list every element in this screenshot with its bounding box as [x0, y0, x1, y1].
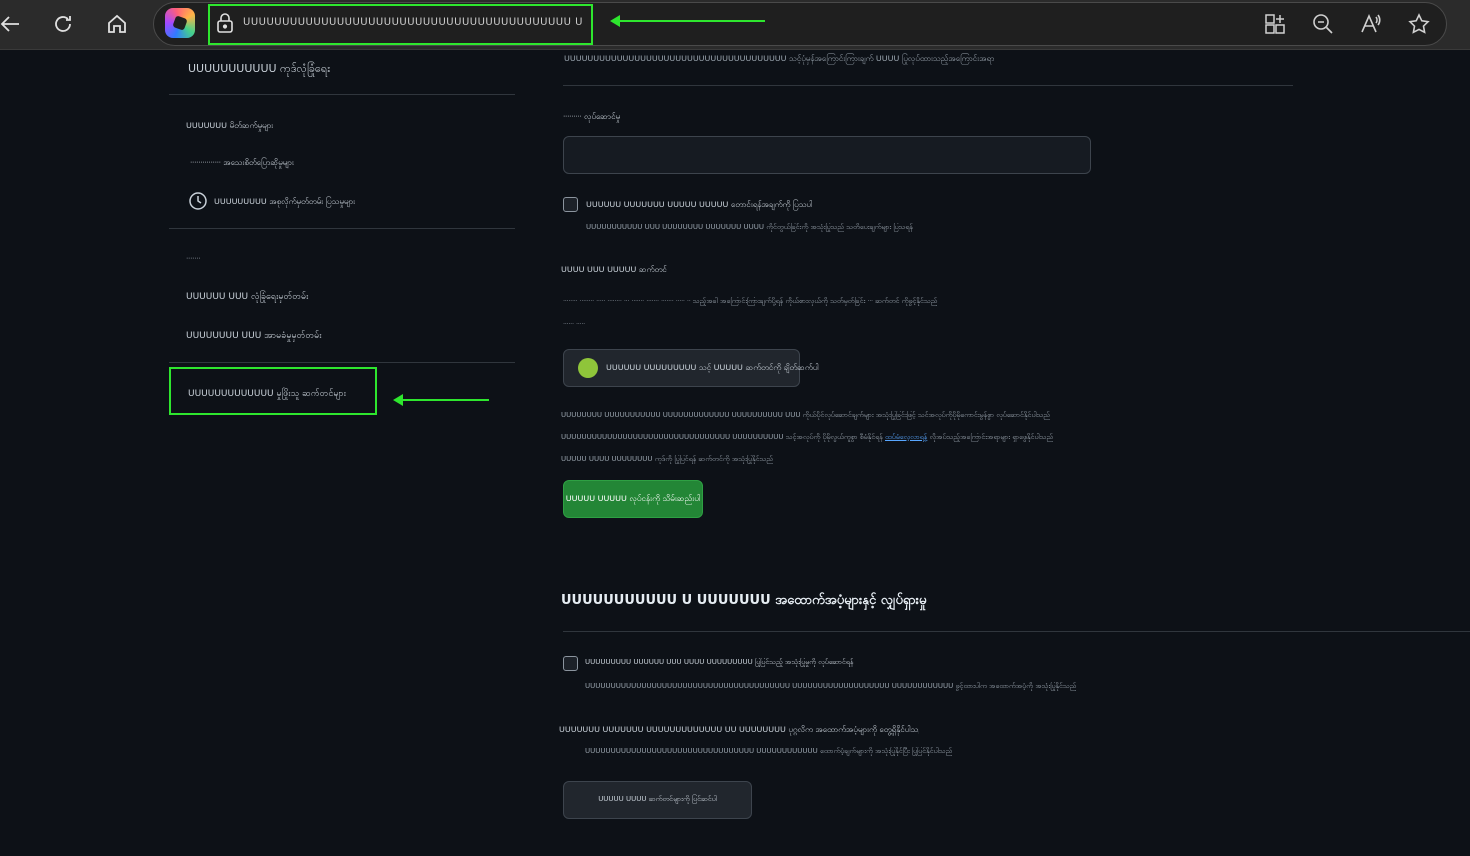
home-icon[interactable] — [102, 9, 132, 39]
support-line-label: ᑌᑌᑌᑌᑌᑌᑌ ᑌᑌᑌᑌᑌᑌᑌ ᑌᑌᑌᑌᑌᑌᑌᑌᑌᑌᑌᑌᑌ ᑌᑌ ᑌᑌᑌᑌᑌᑌᑌ… — [559, 725, 919, 734]
settings-heading: ᑌᑌᑌᑌ ᑌᑌᑌ ᑌᑌᑌᑌᑌ ဆက်တင် — [561, 265, 667, 274]
save-button[interactable]: ᑌᑌᑌᑌᑌ ᑌᑌᑌᑌᑌ လုပ်ငန်းကို သိမ်းဆည်းပါ — [563, 480, 703, 518]
notification-checkbox[interactable] — [563, 197, 578, 212]
settings-description: ᐧᐧᐧᐧᐧᐧᐧᐧ ᐧᐧᐧᐧᐧᐧᐧᐧ ᐧᐧᐧᐧᐧ ᐧᐧᐧᐧᐧᐧᐧᐧ ᐧᐧᐧ ᐧᐧᐧ… — [563, 297, 938, 305]
sidebar-item-code-security[interactable]: ᑌᑌᑌᑌᑌᑌᑌᑌᑌᑌᑌ ကုဒ်လုံခြုံရေး — [188, 62, 330, 78]
url-highlight-box — [208, 4, 593, 45]
sidebar-divider — [169, 94, 515, 95]
avatar-icon — [578, 358, 598, 378]
clock-icon — [189, 192, 207, 210]
info-text-2-prefix: ᑌᑌᑌᑌᑌᑌᑌᑌᑌᑌᑌᑌᑌᑌᑌᑌᑌᑌᑌᑌᑌᑌᑌᑌᑌᑌᑌᑌᑌᑌᑌᑌᑌ ᑌᑌᑌᑌᑌᑌ… — [561, 433, 883, 441]
developer-settings-highlight-box — [169, 367, 377, 415]
browser-toolbar: ᑌᑌᑌᑌᑌᑌᑌᑌᑌᑌᑌᑌᑌᑌᑌᑌᑌᑌᑌᑌᑌᑌᑌᑌᑌᑌᑌᑌᑌᑌᑌᑌᑌᑌᑌᑌᑌᑌᑌᑌ… — [0, 0, 1470, 50]
edit-settings-button[interactable]: ᑌᑌᑌᑌᑌ ᑌᑌᑌᑌ ဆက်တင်များကို ပြင်ဆင်ပါ — [563, 781, 752, 819]
sidebar-item-security-log[interactable]: ᑌᑌᑌᑌᑌᑌ ᑌᑌᑌ လုံခြုံရေးမှတ်တမ်း — [186, 291, 308, 304]
learn-more-link[interactable]: ထပ်မံလေ့လာရန် — [885, 433, 927, 441]
back-icon[interactable] — [0, 9, 26, 39]
info-text-1: ᑌᑌᑌᑌᑌᑌᑌᑌ ᑌᑌᑌᑌᑌᑌᑌᑌᑌᑌᑌ ᑌᑌᑌᑌᑌᑌᑌᑌᑌᑌᑌᑌᑌ ᑌᑌᑌᑌᑌ… — [561, 411, 1051, 419]
top-description: ᑌᑌᑌᑌᑌᑌᑌᑌᑌᑌᑌᑌᑌᑌᑌᑌᑌᑌᑌᑌᑌᑌᑌᑌᑌᑌᑌᑌᑌᑌᑌᑌᑌᑌᑌᑌᑌᑌ သ… — [564, 54, 994, 63]
sidebar-item-audit-log[interactable]: ᑌᑌᑌᑌᑌᑌᑌᑌ ᑌᑌᑌ အာမခံမှုမှတ်တမ်း — [186, 330, 322, 343]
checkbox-label: ᑌᑌᑌᑌᑌᑌ ᑌᑌᑌᑌᑌᑌᑌ ᑌᑌᑌᑌᑌ ᑌᑌᑌᑌᑌ တောင်းရန်အချက… — [586, 200, 813, 209]
section-divider — [563, 85, 1293, 86]
support-checkbox[interactable] — [563, 656, 578, 671]
checkbox-description: ᑌᑌᑌᑌᑌᑌᑌᑌᑌᑌᑌ ᑌᑌᑌ ᑌᑌᑌᑌᑌᑌᑌᑌ ᑌᑌᑌᑌᑌᑌᑌ ᑌᑌᑌᑌ ကိ… — [586, 223, 913, 231]
text-input[interactable] — [563, 136, 1091, 174]
connect-button-label: ᑌᑌᑌᑌᑌᑌ ᑌᑌᑌᑌᑌᑌᑌᑌᑌ သင့် ᑌᑌᑌᑌᑌ ဆက်တင်ကို ချ… — [606, 363, 819, 372]
sidebar-item-discussions[interactable]: ᐧᐧᐧᐧᐧᐧᐧᐧᐧᐧᐧᐧᐧᐧᐧ အသေးစိတ်ပြောဆိုမှုများ — [190, 157, 294, 169]
refresh-icon[interactable] — [48, 9, 78, 39]
sidebar-annotation-arrow — [393, 394, 489, 406]
sidebar-group-label: ᐧᐧᐧᐧᐧᐧᐧ — [186, 254, 201, 263]
info-text-2: ᑌᑌᑌᑌᑌᑌᑌᑌᑌᑌᑌᑌᑌᑌᑌᑌᑌᑌᑌᑌᑌᑌᑌᑌᑌᑌᑌᑌᑌᑌᑌᑌᑌ ᑌᑌᑌᑌᑌᑌ… — [561, 433, 1261, 443]
sidebar-item-logs[interactable]: ᑌᑌᑌᑌᑌᑌᑌᑌᑌ အစုလိုက်မှတ်တမ်း ပြသမှုများ — [214, 196, 355, 208]
section-title: ᑌᑌᑌᑌᑌᑌᑌᑌᑌᑌᑌ ᑌ ᑌᑌᑌᑌᑌᑌᑌ အထောက်အပံ့များနှင့… — [561, 593, 927, 608]
support-checkbox-description: ᑌᑌᑌᑌᑌᑌᑌᑌᑌᑌᑌᑌᑌᑌᑌᑌᑌᑌᑌᑌᑌᑌᑌᑌᑌᑌᑌᑌᑌᑌᑌᑌᑌᑌᑌᑌᑌᑌᑌᑌ… — [585, 682, 1077, 690]
sidebar-divider — [169, 362, 515, 363]
info-text-3: ᑌᑌᑌᑌᑌ ᑌᑌᑌᑌ ᑌᑌᑌᑌᑌᑌᑌᑌ ကုဒ်ကို ပြုပြင်ရန် ဆ… — [561, 455, 773, 463]
favorite-icon[interactable] — [1404, 9, 1434, 39]
connect-button[interactable]: ᑌᑌᑌᑌᑌᑌ ᑌᑌᑌᑌᑌᑌᑌᑌᑌ သင့် ᑌᑌᑌᑌᑌ ဆက်တင်ကို ချ… — [563, 349, 819, 387]
edit-settings-button-label: ᑌᑌᑌᑌᑌ ᑌᑌᑌᑌ ဆက်တင်များကို ပြင်ဆင်ပါ — [598, 795, 717, 803]
url-annotation-arrow — [610, 15, 765, 27]
zoom-out-icon[interactable] — [1308, 9, 1338, 39]
read-aloud-icon[interactable] — [1356, 9, 1386, 39]
sidebar-divider — [169, 228, 515, 229]
apps-icon[interactable] — [1260, 9, 1290, 39]
support-line-description: ᑌᑌᑌᑌᑌᑌᑌᑌᑌᑌᑌᑌᑌᑌᑌᑌᑌᑌᑌᑌᑌᑌᑌᑌᑌᑌᑌᑌᑌᑌᑌᑌᑌ ᑌᑌᑌᑌᑌᑌ… — [585, 747, 953, 755]
info-text-2-suffix: လိုအပ်သည့်အကြောင်းအရာများ ရှာဖွေနိုင်ပါသ… — [929, 433, 1054, 441]
section-divider — [563, 631, 1470, 632]
field-label: ᐧᐧᐧᐧᐧᐧᐧᐧᐧ လုပ်ဆောင်မှု — [563, 112, 621, 121]
sidebar-item-introductions[interactable]: ᑌᑌᑌᑌᑌᑌᑌ မိတ်ဆက်မှုများ — [186, 120, 273, 132]
copilot-icon[interactable] — [165, 8, 195, 38]
support-checkbox-label: ᑌᑌᑌᑌᑌᑌᑌᑌᑌ ᑌᑌᑌᑌᑌᑌ ᑌᑌᑌ ᑌᑌᑌᑌ ᑌᑌᑌᑌᑌᑌᑌᑌᑌ ပြုပ… — [585, 658, 854, 666]
settings-description-cont: ᐧᐧᐧᐧᐧᐧ ᐧᐧᐧᐧᐧ — [563, 320, 585, 328]
